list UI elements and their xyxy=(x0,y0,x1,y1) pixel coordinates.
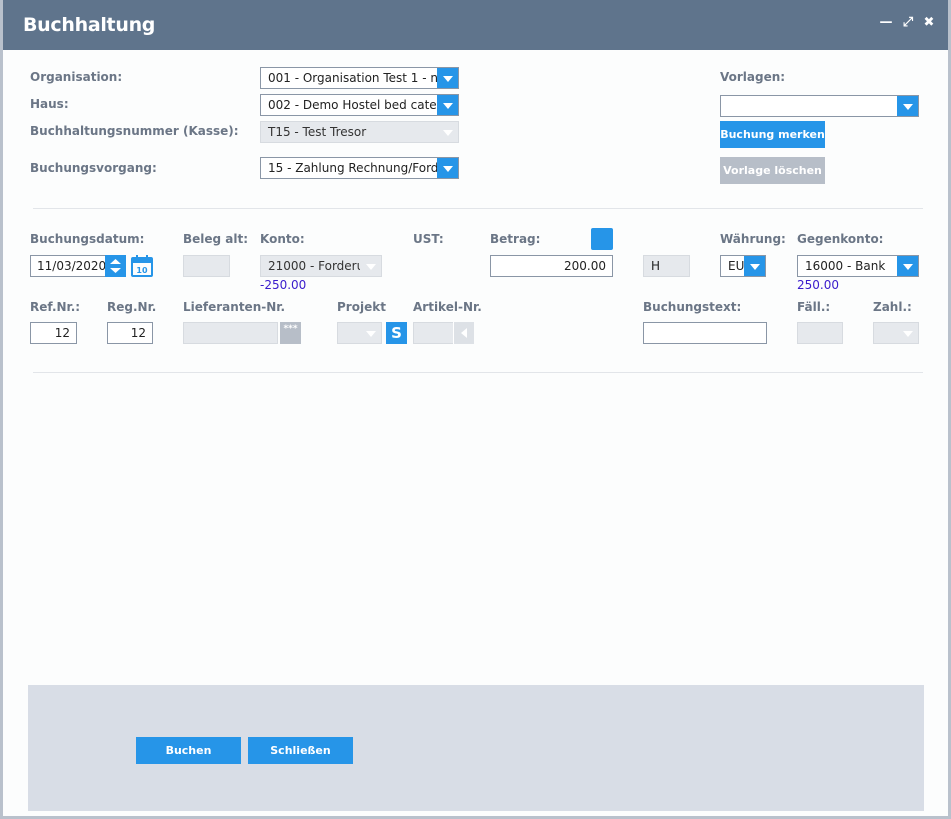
organisation-label: Organisation: xyxy=(30,70,123,84)
lieferanten-search-button[interactable]: *** xyxy=(280,322,301,344)
beleg-alt-label: Beleg alt: xyxy=(183,232,249,246)
chevron-down-icon[interactable] xyxy=(744,256,765,276)
close-icon[interactable]: ✖ xyxy=(922,16,936,30)
ref-nr-input[interactable]: 12 xyxy=(30,322,77,344)
haus-label: Haus: xyxy=(30,97,69,111)
gegenkonto-balance: 250.00 xyxy=(797,278,839,292)
footer-panel: Buchen Schließen xyxy=(28,685,924,811)
buchhaltungsnummer-select: T15 - Test Tresor xyxy=(260,121,459,143)
organisation-select[interactable]: 001 - Organisation Test 1 - nicht xyxy=(260,67,459,89)
buchungstext-input[interactable] xyxy=(643,322,767,344)
reg-nr-value: 12 xyxy=(130,326,146,340)
divider xyxy=(33,372,923,373)
waehrung-select[interactable]: EUR xyxy=(720,255,766,277)
chevron-down-icon[interactable] xyxy=(437,95,458,115)
title-bar[interactable]: Buchhaltung — ⤢ ✖ xyxy=(3,0,948,50)
soll-haben-field: H xyxy=(643,255,690,277)
betrag-input[interactable]: 200.00 xyxy=(490,255,613,277)
gegenkonto-value: 16000 - Bank xyxy=(805,259,886,273)
buchen-button[interactable]: Buchen xyxy=(136,737,241,764)
chevron-down-icon xyxy=(360,323,381,343)
schliessen-button[interactable]: Schließen xyxy=(248,737,353,764)
reg-nr-label: Reg.Nr. xyxy=(107,300,157,314)
chevron-down-icon[interactable] xyxy=(437,68,458,88)
chevron-down-icon[interactable] xyxy=(897,256,918,276)
buchungstext-label: Buchungstext: xyxy=(643,300,742,314)
chevron-down-icon xyxy=(897,323,918,343)
projekt-label: Projekt xyxy=(337,300,386,314)
svg-text:10: 10 xyxy=(136,266,148,275)
spinner-arrows-icon xyxy=(110,259,121,273)
artikel-nr-arrow xyxy=(453,322,474,344)
chevron-down-icon xyxy=(437,122,458,142)
reg-nr-input[interactable]: 12 xyxy=(107,322,153,344)
calendar-icon[interactable]: 10 xyxy=(131,255,153,277)
chevron-down-icon[interactable] xyxy=(437,158,458,178)
date-spinner[interactable] xyxy=(105,255,126,277)
buchungsvorgang-label: Buchungsvorgang: xyxy=(30,161,157,175)
minimize-icon[interactable]: — xyxy=(879,16,893,30)
buchhaltungsnummer-value: T15 - Test Tresor xyxy=(268,125,367,139)
lieferanten-nr-label: Lieferanten-Nr. xyxy=(183,300,286,314)
divider xyxy=(33,208,923,209)
projekt-s-button[interactable]: S xyxy=(386,322,407,344)
buchhaltungsnummer-label: Buchhaltungsnummer (Kasse): xyxy=(30,124,239,138)
konto-label: Konto: xyxy=(260,232,305,246)
buchung-merken-button[interactable]: Buchung merken xyxy=(720,121,825,148)
buchungsvorgang-select[interactable]: 15 - Zahlung Rechnung/Forderun xyxy=(260,157,459,179)
artikel-nr-label: Artikel-Nr. xyxy=(413,300,482,314)
zahl-label: Zahl.: xyxy=(873,300,912,314)
zahl-select xyxy=(873,322,919,344)
faell-input xyxy=(797,322,843,344)
vorlagen-label: Vorlagen: xyxy=(720,70,786,84)
projekt-select xyxy=(337,322,382,344)
gegenkonto-label: Gegenkonto: xyxy=(797,232,884,246)
waehrung-label: Währung: xyxy=(720,232,786,246)
betrag-value: 200.00 xyxy=(564,259,606,273)
vorlage-loeschen-button[interactable]: Vorlage löschen xyxy=(720,157,825,184)
konto-select: 21000 - Forderung xyxy=(260,255,382,277)
haus-select[interactable]: 002 - Demo Hostel bed categorie xyxy=(260,94,459,116)
window-title: Buchhaltung xyxy=(23,14,156,36)
chevron-left-icon xyxy=(461,328,467,338)
maximize-icon[interactable]: ⤢ xyxy=(901,16,915,30)
haus-value: 002 - Demo Hostel bed categorie xyxy=(268,98,459,112)
ust-label: UST: xyxy=(413,232,444,246)
konto-balance: -250.00 xyxy=(260,278,307,292)
beleg-alt-input xyxy=(183,255,230,277)
accounting-dialog: Buchhaltung — ⤢ ✖ Organisation: 001 - Or… xyxy=(0,0,951,819)
lieferanten-nr-input xyxy=(183,322,278,344)
betrag-toggle-button[interactable] xyxy=(591,228,613,250)
faell-label: Fäll.: xyxy=(797,300,831,314)
buchungsdatum-label: Buchungsdatum: xyxy=(30,232,145,246)
chevron-down-icon xyxy=(360,256,381,276)
vorlagen-select[interactable] xyxy=(720,95,919,117)
ref-nr-value: 12 xyxy=(54,326,70,340)
ref-nr-label: Ref.Nr.: xyxy=(30,300,81,314)
buchungsvorgang-value: 15 - Zahlung Rechnung/Forderun xyxy=(268,161,459,175)
buchungsdatum-value: 11/03/2020 xyxy=(37,259,107,273)
soll-haben-value: H xyxy=(651,259,661,273)
betrag-label: Betrag: xyxy=(490,232,541,246)
organisation-value: 001 - Organisation Test 1 - nicht xyxy=(268,71,459,85)
chevron-down-icon[interactable] xyxy=(897,96,918,116)
gegenkonto-select[interactable]: 16000 - Bank xyxy=(797,255,919,277)
